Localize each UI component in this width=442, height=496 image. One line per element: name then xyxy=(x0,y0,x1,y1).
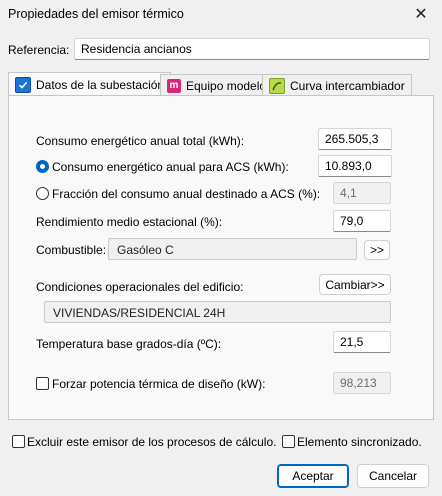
close-button[interactable]: ✕ xyxy=(406,2,436,26)
tab-equipo-modelo[interactable]: m Equipo modelo xyxy=(160,74,274,96)
combustible-label: Combustible: xyxy=(36,243,107,257)
condiciones-label: Condiciones operacionales del edificio: xyxy=(36,280,244,294)
forzar-potencia-checkbox[interactable] xyxy=(36,377,49,390)
temperatura-input[interactable]: 21,5 xyxy=(333,331,391,353)
rendimiento-label: Rendimiento medio estacional (%): xyxy=(36,215,223,229)
sincronizado-label: Elemento sincronizado. xyxy=(297,435,422,449)
consumo-acs-radio[interactable] xyxy=(36,160,49,173)
consumo-acs-input[interactable]: 10.893,0 xyxy=(318,155,392,177)
cancel-button[interactable]: Cancelar xyxy=(357,464,429,488)
tab-label: Equipo modelo xyxy=(186,78,267,93)
fraccion-acs-input[interactable]: 4,1 xyxy=(333,182,391,204)
tab-label: Datos de la subestación xyxy=(36,77,165,92)
condiciones-value: VIVIENDAS/RESIDENCIAL 24H xyxy=(44,301,391,323)
tab-datos-subestacion[interactable]: Datos de la subestación xyxy=(8,72,172,96)
cambiar-button[interactable]: Cambiar>> xyxy=(319,274,391,295)
fraccion-acs-radio[interactable] xyxy=(36,187,49,200)
accept-button[interactable]: Aceptar xyxy=(277,464,349,488)
consumo-total-label: Consumo energético anual total (kWh): xyxy=(36,134,245,148)
combustible-value: Gasóleo C xyxy=(108,238,357,260)
curve-icon xyxy=(269,77,285,94)
consumo-total-input[interactable]: 265.505,3 xyxy=(318,128,392,150)
excluir-checkbox[interactable] xyxy=(12,435,25,448)
consumo-acs-label: Consumo energético anual para ACS (kWh): xyxy=(52,160,289,174)
close-icon: ✕ xyxy=(414,6,428,23)
window-title: Propiedades del emisor térmico xyxy=(8,7,184,21)
sincronizado-checkbox[interactable] xyxy=(282,435,295,448)
combustible-select-button[interactable]: >> xyxy=(364,240,390,260)
temperatura-label: Temperatura base grados-día (ºC): xyxy=(36,337,222,351)
fraccion-acs-label: Fracción del consumo anual destinado a A… xyxy=(52,187,321,201)
referencia-input[interactable]: Residencia ancianos xyxy=(74,38,430,60)
rendimiento-input[interactable]: 79,0 xyxy=(333,210,391,232)
excluir-label: Excluir este emisor de los procesos de c… xyxy=(27,435,277,449)
tab-label: Curva intercambiador xyxy=(290,78,405,93)
forzar-potencia-label: Forzar potencia térmica de diseño (kW): xyxy=(52,377,266,391)
checkbox-tab-icon xyxy=(15,76,31,93)
equipment-icon: m xyxy=(167,78,181,93)
referencia-label: Referencia: xyxy=(8,43,70,57)
forzar-potencia-input[interactable]: 98,213 xyxy=(333,372,391,394)
title-bar: Propiedades del emisor térmico ✕ xyxy=(0,0,442,28)
tab-curva-intercambiador[interactable]: Curva intercambiador xyxy=(262,74,412,96)
